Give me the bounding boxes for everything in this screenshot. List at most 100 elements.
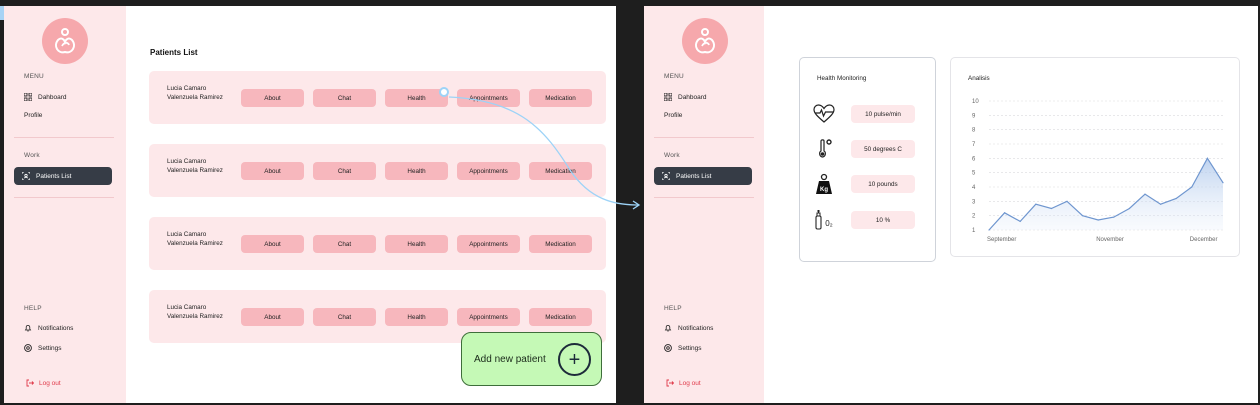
sidebar-item-label: Notifications [38, 324, 74, 332]
x-tick-label: September [987, 237, 1016, 243]
sidebar-item-settings[interactable]: Settings [24, 344, 62, 352]
weight-metric: Kg 10 pounds [812, 173, 922, 195]
sidebar-item-label: Patients List [36, 172, 72, 180]
patient-card: Lucia Camaro Valenzuela Ramirez About Ch… [149, 144, 606, 197]
patients-scan-icon [22, 172, 30, 180]
appointments-button[interactable]: Appointments [457, 308, 520, 326]
sidebar-item-profile[interactable]: Profile [24, 112, 42, 119]
analysis-panel: Analisis 1 2 3 4 5 6 7 8 9 10 September November Dec… [950, 57, 1240, 257]
data-point [1066, 200, 1068, 202]
logout-button[interactable]: Log out [666, 379, 701, 387]
y-tick-label: 10 [972, 99, 979, 105]
mother-baby-logo-icon [55, 28, 75, 54]
data-point [1097, 219, 1099, 221]
bell-icon [24, 324, 32, 332]
pulse-value: 10 pulse/min [851, 105, 915, 123]
oxygen-icon: 0₂ [812, 209, 836, 231]
medication-button[interactable]: Medication [529, 308, 592, 326]
sidebar-item-patients-list[interactable]: Patients List [14, 167, 112, 185]
health-button[interactable]: Health [385, 162, 448, 180]
prototype-flow-start-dot [439, 87, 449, 97]
temperature-metric: 50 degrees C [812, 138, 922, 160]
sidebar-item-dashboard[interactable]: Dahboard [24, 93, 67, 101]
medication-button[interactable]: Medication [529, 162, 592, 180]
sidebar-item-label: Settings [678, 344, 702, 352]
temperature-value: 50 degrees C [851, 140, 915, 158]
oxygen-symbol-text: 0₂ [825, 219, 833, 228]
y-tick-label: 6 [972, 156, 976, 162]
patient-name: Lucia Camaro Valenzuela Ramirez [167, 158, 223, 174]
health-monitoring-panel: Health Monitoring 10 pulse/min 50 degree… [799, 57, 936, 262]
page-title: Patients List [150, 48, 198, 57]
sidebar-item-label: Dahboard [678, 93, 707, 101]
appointments-button[interactable]: Appointments [457, 89, 520, 107]
health-button[interactable]: Health [385, 235, 448, 253]
sidebar-divider [654, 197, 754, 198]
y-tick-label: 7 [972, 142, 976, 148]
work-section-label: Work [24, 152, 40, 159]
data-point [1175, 197, 1177, 200]
chat-button[interactable]: Chat [313, 308, 376, 326]
data-point [1128, 207, 1130, 210]
oxygen-value: 10 % [851, 211, 915, 229]
patient-name: Lucia Camaro Valenzuela Ramirez [167, 85, 223, 101]
data-point [1206, 157, 1208, 159]
sidebar-item-label: Profile [664, 112, 683, 119]
chat-button[interactable]: Chat [313, 162, 376, 180]
patient-card: Lucia Camaro Valenzuela Ramirez About Ch… [149, 217, 606, 270]
sidebar-divider [14, 197, 114, 198]
about-button[interactable]: About [241, 235, 304, 253]
data-point [1144, 193, 1146, 195]
data-point [1019, 220, 1021, 222]
add-patient-label: Add new patient [474, 353, 546, 365]
help-section-label: HELP [664, 305, 682, 312]
sidebar-item-dashboard[interactable]: Dahboard [664, 93, 707, 101]
appointments-button[interactable]: Appointments [457, 162, 520, 180]
chat-button[interactable]: Chat [313, 89, 376, 107]
sidebar-item-label: Patients List [676, 172, 712, 180]
x-tick-label: November [1096, 237, 1124, 243]
logout-label: Log out [39, 379, 61, 387]
sidebar-item-notifications[interactable]: Notifications [24, 324, 73, 332]
data-point [988, 229, 990, 231]
y-tick-label: 8 [972, 128, 976, 134]
series-area [989, 158, 1223, 230]
weight-value: 10 pounds [851, 175, 915, 193]
analysis-chart: 1 2 3 4 5 6 7 8 9 10 September November December [972, 99, 1224, 243]
sidebar-divider [14, 137, 114, 138]
data-point [1004, 212, 1006, 214]
data-point [1082, 215, 1084, 217]
data-point [1160, 203, 1162, 205]
sidebar-item-profile[interactable]: Profile [664, 112, 682, 119]
data-point [1050, 207, 1052, 210]
menu-section-label: MENU [24, 73, 44, 80]
about-button[interactable]: About [241, 89, 304, 107]
medication-button[interactable]: Medication [529, 89, 592, 107]
about-button[interactable]: About [241, 162, 304, 180]
sidebar-item-patients-list[interactable]: Patients List [654, 167, 752, 185]
weight-unit-text: Kg [820, 187, 828, 193]
y-tick-label: 2 [972, 214, 976, 220]
thermometer-icon [812, 138, 836, 160]
logout-button[interactable]: Log out [26, 379, 61, 387]
sidebar: MENU Dahboard Profile Work Patients List… [644, 6, 764, 403]
sidebar-item-label: Profile [24, 112, 43, 119]
medication-button[interactable]: Medication [529, 235, 592, 253]
y-tick-label: 9 [972, 113, 976, 119]
about-button[interactable]: About [241, 308, 304, 326]
app-logo [42, 18, 88, 64]
x-tick-label: December [1190, 237, 1218, 243]
chat-button[interactable]: Chat [313, 235, 376, 253]
data-point [1113, 216, 1115, 218]
sidebar-item-notifications[interactable]: Notifications [664, 324, 713, 332]
app-logo [682, 18, 728, 64]
gear-icon [664, 344, 672, 352]
dashboard-grid-icon [24, 93, 32, 101]
health-button[interactable]: Health [385, 308, 448, 326]
appointments-button[interactable]: Appointments [457, 235, 520, 253]
sidebar-item-settings[interactable]: Settings [664, 344, 702, 352]
add-new-patient-button[interactable]: Add new patient + [461, 332, 602, 386]
menu-section-label: MENU [664, 73, 684, 80]
health-monitoring-screen: MENU Dahboard Profile Work Patients List… [644, 6, 1258, 403]
pulse-metric: 10 pulse/min [812, 103, 922, 125]
